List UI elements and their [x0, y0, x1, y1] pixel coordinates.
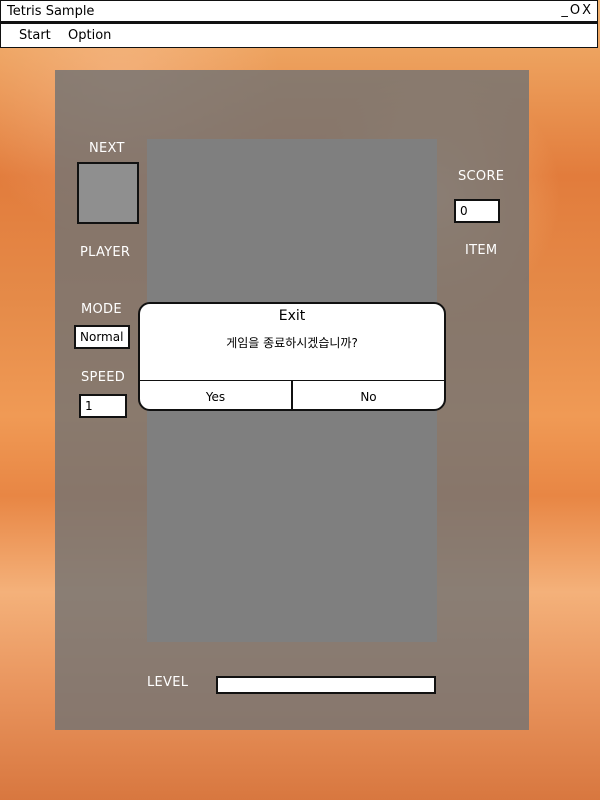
mode-field[interactable]: Normal — [74, 325, 130, 349]
score-label: SCORE — [458, 169, 505, 184]
next-piece-box — [77, 162, 139, 224]
window-controls: _ O X — [561, 3, 591, 19]
speed-label: SPEED — [81, 370, 126, 385]
menu-option[interactable]: Option — [68, 28, 111, 43]
menu-bar: Start Option — [0, 22, 598, 48]
yes-button[interactable]: Yes — [140, 381, 293, 409]
no-button[interactable]: No — [293, 381, 444, 409]
level-progress-bar — [216, 676, 436, 694]
item-label: ITEM — [465, 243, 498, 258]
level-label: LEVEL — [147, 675, 189, 690]
score-field: 0 — [454, 199, 500, 223]
dialog-buttons: Yes No — [140, 380, 444, 409]
title-bar: Tetris Sample _ O X — [0, 0, 598, 22]
player-label: PLAYER — [80, 245, 131, 260]
maximize-icon[interactable]: O — [570, 3, 580, 19]
minimize-icon[interactable]: _ — [561, 3, 568, 19]
close-icon[interactable]: X — [582, 3, 591, 19]
window-title: Tetris Sample — [7, 4, 95, 19]
dialog-title: Exit — [278, 308, 306, 324]
dialog-message: 게임을 종료하시겠습니까? — [226, 336, 358, 350]
next-label: NEXT — [89, 141, 125, 156]
exit-dialog: Exit 게임을 종료하시겠습니까? Yes No — [138, 302, 446, 411]
menu-start[interactable]: Start — [19, 28, 51, 43]
speed-field[interactable]: 1 — [79, 394, 127, 418]
mode-label: MODE — [81, 302, 122, 317]
